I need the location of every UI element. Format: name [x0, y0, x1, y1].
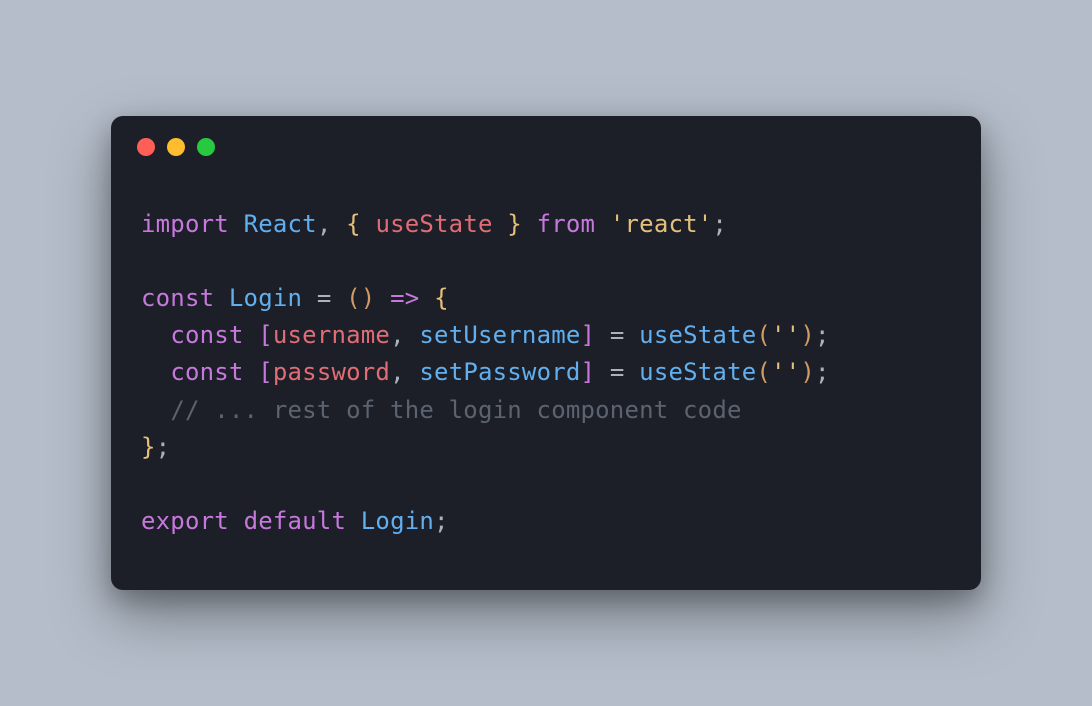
token-paren-close: ) [800, 358, 815, 386]
token-semicolon: ; [815, 321, 830, 349]
token-type-react: React [244, 210, 317, 238]
zoom-icon[interactable] [197, 138, 215, 156]
token-paren-open: ( [756, 358, 771, 386]
token-comma: , [390, 321, 405, 349]
token-keyword-const: const [141, 284, 214, 312]
token-keyword-export: export [141, 507, 229, 535]
token-semicolon: ; [156, 433, 171, 461]
token-comment: // ... rest of the login component code [170, 396, 741, 424]
code-window: import React, { useState } from 'react';… [111, 116, 981, 591]
token-equals: = [610, 321, 625, 349]
token-comma: , [390, 358, 405, 386]
token-string-empty: '' [771, 321, 800, 349]
token-fn-setpassword: setPassword [419, 358, 580, 386]
token-equals: = [610, 358, 625, 386]
token-bracket-open: [ [258, 321, 273, 349]
token-equals: = [317, 284, 332, 312]
titlebar [111, 116, 981, 156]
token-usestate: useState [375, 210, 492, 238]
token-paren-open: ( [346, 284, 361, 312]
token-bracket-close: ] [581, 358, 596, 386]
token-keyword-const: const [170, 321, 243, 349]
token-fn-usestate: useState [639, 321, 756, 349]
token-var-username: username [273, 321, 390, 349]
token-paren-open: ( [756, 321, 771, 349]
token-comma: , [317, 210, 332, 238]
token-keyword-default: default [244, 507, 347, 535]
token-fn-login: Login [361, 507, 434, 535]
token-keyword-const: const [170, 358, 243, 386]
token-var-password: password [273, 358, 390, 386]
token-fn-setusername: setUsername [419, 321, 580, 349]
minimize-icon[interactable] [167, 138, 185, 156]
close-icon[interactable] [137, 138, 155, 156]
token-semicolon: ; [815, 358, 830, 386]
token-string-empty: '' [771, 358, 800, 386]
code-block: import React, { useState } from 'react';… [111, 156, 981, 591]
token-keyword-import: import [141, 210, 229, 238]
token-fn-usestate: useState [639, 358, 756, 386]
token-paren-close: ) [361, 284, 376, 312]
token-semicolon: ; [434, 507, 449, 535]
token-fn-login: Login [229, 284, 302, 312]
token-brace-close: } [141, 433, 156, 461]
token-brace-open: { [434, 284, 449, 312]
token-semicolon: ; [712, 210, 727, 238]
token-string-react: 'react' [610, 210, 713, 238]
token-brace-open: { [346, 210, 361, 238]
token-arrow: => [390, 284, 419, 312]
token-bracket-close: ] [581, 321, 596, 349]
token-brace-close: } [507, 210, 522, 238]
token-paren-close: ) [800, 321, 815, 349]
token-bracket-open: [ [258, 358, 273, 386]
token-keyword-from: from [537, 210, 596, 238]
